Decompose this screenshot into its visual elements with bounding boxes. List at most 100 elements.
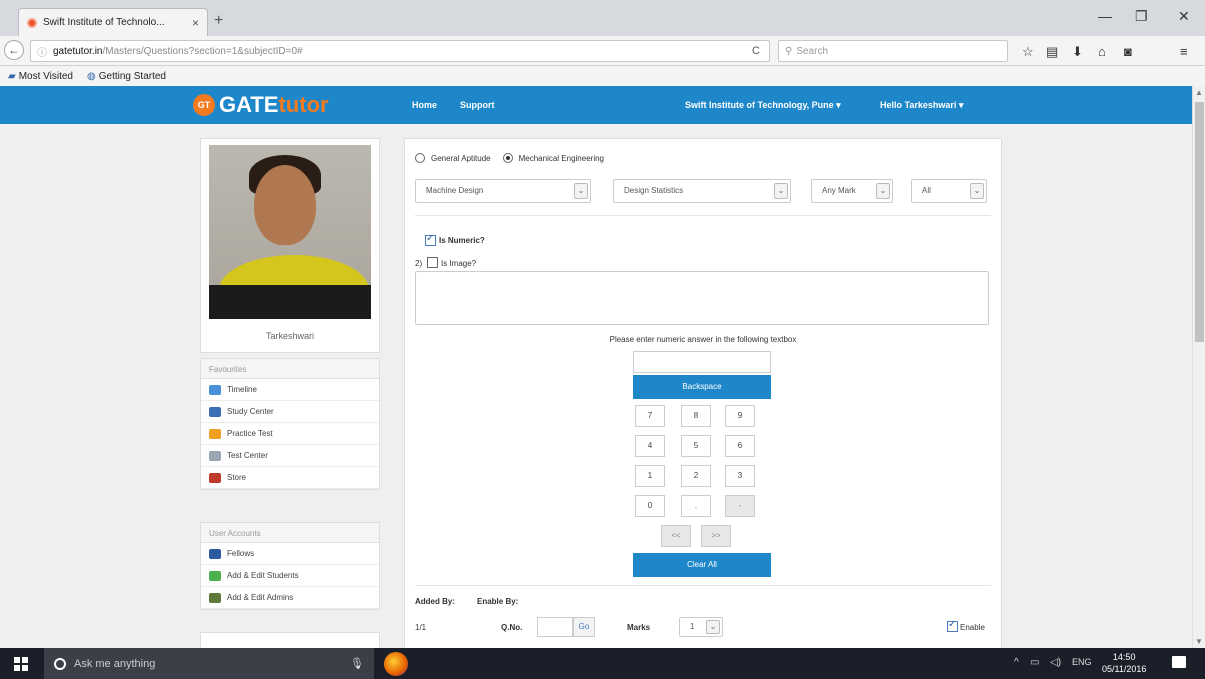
sidebar-item-add-edit-admins[interactable]: Add & Edit Admins [201, 587, 379, 609]
key-5[interactable]: 5 [681, 435, 711, 457]
url-bar[interactable]: ⓘ gatetutor.in /Masters/Questions?sectio… [30, 40, 770, 62]
nav-user-dropdown[interactable]: Hello Tarkeshwari ▾ [880, 100, 963, 111]
downloads-icon[interactable]: ⬇ [1072, 44, 1083, 60]
key-4[interactable]: 4 [635, 435, 665, 457]
browser-search-input[interactable]: ⚲ Search [778, 40, 1008, 62]
divider [415, 585, 991, 586]
page-scrollbar[interactable]: ▲ ▼ [1192, 86, 1205, 648]
browser-search-placeholder: Search [796, 45, 829, 57]
fellows-icon [209, 548, 221, 559]
sidebar-item-test-center[interactable]: Test Center [201, 445, 379, 467]
logo-gate: GATE [219, 92, 279, 117]
home-icon[interactable]: ⌂ [1098, 44, 1106, 59]
chevron-down-icon: ⌄ [876, 183, 890, 199]
firefox-taskbar-icon[interactable] [384, 652, 408, 676]
browser-nav-bar: ← ⓘ gatetutor.in /Masters/Questions?sect… [0, 36, 1205, 66]
general-aptitude-label: General Aptitude [431, 153, 491, 163]
url-host: gatetutor.in [53, 45, 103, 57]
mechanical-engineering-radio[interactable] [502, 153, 513, 163]
backspace-button[interactable]: Backspace [633, 375, 771, 399]
enable-label: Enable [960, 623, 985, 632]
windows-start-icon[interactable] [14, 657, 28, 671]
bookmark-most-visited[interactable]: ▰ Most Visited [8, 71, 73, 82]
question-textarea[interactable] [415, 271, 989, 325]
new-tab-button[interactable]: + [214, 12, 223, 30]
key-6[interactable]: 6 [725, 435, 755, 457]
key-3[interactable]: 3 [725, 465, 755, 487]
scroll-up-icon[interactable]: ▲ [1195, 88, 1203, 97]
q-no-input[interactable] [537, 617, 573, 637]
close-tab-icon[interactable]: × [192, 16, 199, 30]
key-dot[interactable]: . [681, 495, 711, 517]
subject-select[interactable]: Machine Design ⌄ [415, 179, 591, 203]
action-center-icon[interactable] [1172, 656, 1186, 668]
sidebar-item-timeline[interactable]: Timeline [201, 379, 379, 401]
language-indicator[interactable]: ENG [1072, 657, 1092, 667]
browser-tab[interactable]: Swift Institute of Technolo... × [18, 8, 208, 36]
enable-checkbox[interactable] [947, 619, 958, 632]
scroll-down-icon[interactable]: ▼ [1195, 637, 1203, 646]
sidebar-item-study-center[interactable]: Study Center [201, 401, 379, 423]
reading-list-icon[interactable]: ▤ [1046, 44, 1058, 60]
enable-by-label: Enable By: [477, 597, 519, 606]
is-numeric-checkbox[interactable] [425, 233, 436, 246]
volume-icon[interactable]: ◁) [1050, 657, 1061, 668]
clear-all-button[interactable]: Clear All [633, 553, 771, 577]
network-icon[interactable]: ▭ [1030, 657, 1039, 668]
bookmark-getting-started[interactable]: ◍ Getting Started [87, 71, 166, 82]
minimize-icon[interactable]: — [1098, 8, 1112, 24]
show-hidden-icons-icon[interactable]: ^ [1014, 657, 1019, 668]
back-icon[interactable]: ← [4, 40, 24, 60]
favicon-icon [27, 17, 37, 28]
general-aptitude-radio[interactable] [415, 153, 425, 163]
section-radio-group: General Aptitude Mechanical Engineering [415, 153, 604, 163]
topic-select[interactable]: Design Statistics ⌄ [613, 179, 791, 203]
gatetutor-logo[interactable]: GT GATE tutor [193, 92, 329, 118]
key-2[interactable]: 2 [681, 465, 711, 487]
microphone-icon[interactable]: 🎙 [350, 657, 364, 670]
menu-icon[interactable]: ≡ [1180, 44, 1188, 59]
key-9[interactable]: 9 [725, 405, 755, 427]
close-window-icon[interactable]: ✕ [1178, 8, 1190, 25]
chevron-down-icon: ⌄ [970, 183, 984, 199]
cursor-right-button[interactable]: >> [701, 525, 731, 547]
cursor-left-button[interactable]: << [661, 525, 691, 547]
key-minus[interactable]: - [725, 495, 755, 517]
nav-home[interactable]: Home [412, 100, 437, 110]
timeline-icon [209, 384, 221, 395]
sidebar-item-store[interactable]: Store [201, 467, 379, 489]
cortana-icon [54, 657, 66, 670]
nav-institute-dropdown[interactable]: Swift Institute of Technology, Pune ▾ [685, 100, 841, 111]
marks-select[interactable]: 1 ⌄ [679, 617, 723, 637]
store-icon [209, 472, 221, 483]
page-count: 1/1 [415, 623, 427, 632]
numeric-answer-input[interactable] [633, 351, 771, 373]
key-8[interactable]: 8 [681, 405, 711, 427]
cortana-search-input[interactable]: Ask me anything 🎙 [44, 648, 374, 679]
system-clock[interactable]: 14:50 05/11/2016 [1102, 651, 1146, 675]
bookmark-star-icon[interactable]: ☆ [1022, 44, 1034, 60]
key-0[interactable]: 0 [635, 495, 665, 517]
user-accounts-header: User Accounts [201, 523, 379, 543]
mark-select[interactable]: Any Mark ⌄ [811, 179, 893, 203]
key-1[interactable]: 1 [635, 465, 665, 487]
chevron-down-icon: ⌄ [574, 183, 588, 199]
all-select[interactable]: All ⌄ [911, 179, 987, 203]
is-numeric-label: Is Numeric? [439, 236, 485, 245]
sidebar-item-practice-test[interactable]: Practice Test [201, 423, 379, 445]
key-7[interactable]: 7 [635, 405, 665, 427]
is-image-label: Is Image? [441, 259, 477, 268]
sidebar-item-add-edit-students[interactable]: Add & Edit Students [201, 565, 379, 587]
info-icon[interactable]: ⓘ [37, 44, 47, 59]
sidebar-item-fellows[interactable]: Fellows [201, 543, 379, 565]
user-accounts-panel: User Accounts Fellows Add & Edit Student… [200, 522, 380, 610]
nav-support[interactable]: Support [460, 100, 495, 110]
scrollbar-thumb[interactable] [1195, 102, 1204, 342]
reload-icon[interactable]: C [752, 45, 760, 57]
is-image-checkbox[interactable] [427, 257, 438, 268]
added-by-label: Added By: [415, 597, 455, 606]
pocket-icon[interactable]: ◙ [1124, 44, 1132, 59]
maximize-icon[interactable]: ❐ [1135, 8, 1148, 25]
go-button[interactable]: Go [573, 617, 595, 637]
folder-icon: ▰ [8, 70, 16, 82]
